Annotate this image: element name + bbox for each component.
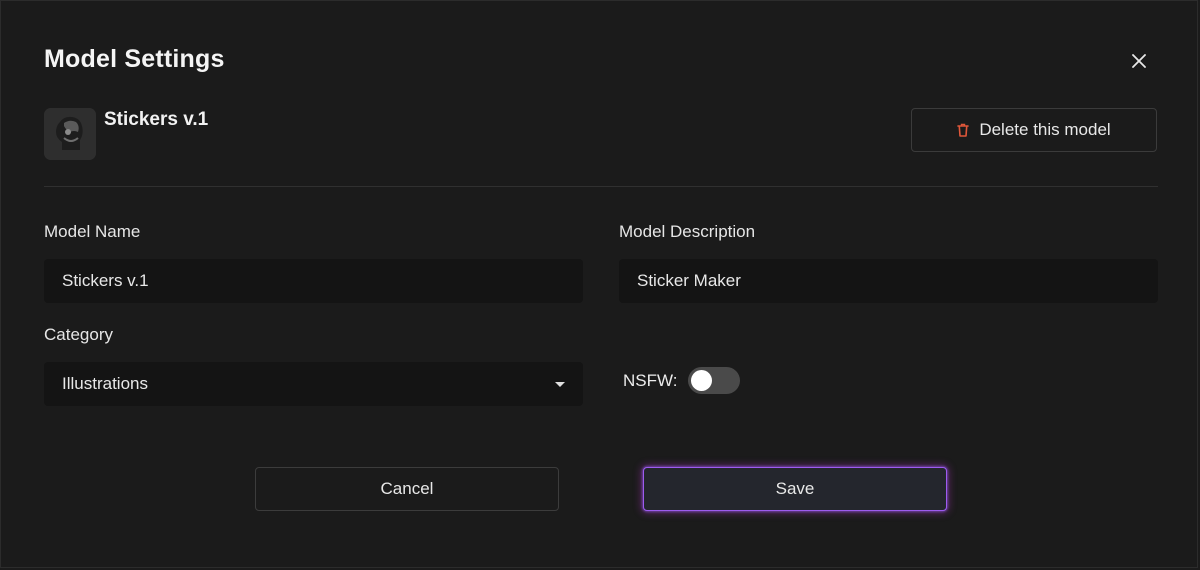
model-description-input[interactable] [619, 259, 1158, 303]
model-description-label: Model Description [619, 222, 756, 241]
category-select[interactable]: Illustrations [44, 362, 583, 406]
nsfw-label: NSFW: [623, 371, 678, 390]
model-thumbnail [44, 108, 96, 160]
delete-model-label: Delete this model [979, 120, 1111, 139]
close-button[interactable] [1125, 47, 1153, 75]
category-label: Category [44, 325, 113, 344]
trash-icon [957, 123, 970, 137]
save-label: Save [775, 479, 815, 498]
model-name-heading: Stickers v.1 [104, 109, 209, 130]
cancel-label: Cancel [380, 479, 434, 498]
model-settings-dialog: Model Settings Stickers v.1 Delete this … [0, 0, 1198, 568]
dialog-title: Model Settings [44, 45, 225, 73]
chevron-down-icon [555, 381, 565, 387]
close-icon [1132, 54, 1146, 68]
cancel-button[interactable]: Cancel [255, 467, 559, 511]
toggle-knob [691, 370, 712, 391]
nsfw-toggle[interactable] [688, 367, 740, 394]
header-divider [44, 186, 1158, 187]
category-selected-value: Illustrations [62, 374, 148, 393]
model-name-input[interactable] [44, 259, 583, 303]
model-name-label: Model Name [44, 222, 141, 241]
save-button[interactable]: Save [643, 467, 947, 511]
delete-model-button[interactable]: Delete this model [911, 108, 1157, 152]
